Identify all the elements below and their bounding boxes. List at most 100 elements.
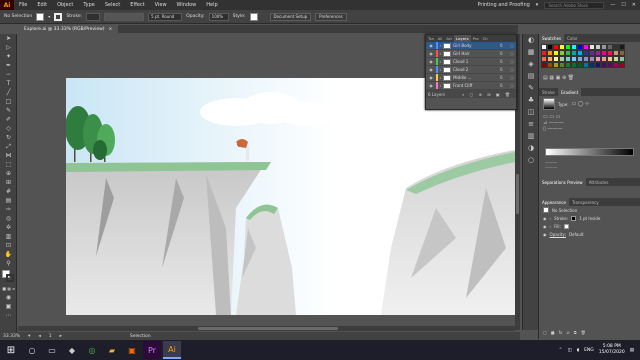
layers-footer-icons[interactable]: ⌕ ▢ ⊕ ⊞ ▣ 🗑 xyxy=(462,92,512,97)
chevron-right-icon[interactable]: › xyxy=(440,83,442,88)
curvature-tool-icon[interactable]: ∽ xyxy=(0,70,17,79)
tab-attributes[interactable]: Attributes xyxy=(586,178,612,186)
target-icon[interactable]: ○ xyxy=(510,83,516,88)
layer-name[interactable]: Front Cliff xyxy=(453,83,498,88)
chevron-down-icon[interactable]: ▾ xyxy=(48,14,50,19)
hand-tool-icon[interactable]: ✋ xyxy=(0,250,17,259)
tab-stroke[interactable]: Stroke xyxy=(539,88,558,96)
tab-separations-preview[interactable]: Separations Preview xyxy=(539,178,586,186)
color-panel-icon[interactable]: ◐ xyxy=(523,34,539,46)
gradient-tool-icon[interactable]: ▤ xyxy=(0,196,17,205)
appearance-icon[interactable]: ○ xyxy=(523,154,539,166)
color-guide-icon[interactable]: ▦ xyxy=(523,46,539,58)
graphic-style-swatch[interactable] xyxy=(249,12,258,21)
chrome-icon[interactable]: ◎ xyxy=(83,341,101,359)
windows-start-icon[interactable]: ⊞ xyxy=(0,340,22,360)
new-stroke-icon[interactable]: ▢ xyxy=(543,330,547,335)
opacity-input[interactable]: 100% xyxy=(208,12,229,21)
preferences-button[interactable]: Preferences xyxy=(315,12,347,21)
eye-icon[interactable]: ◉ xyxy=(428,75,434,80)
maximize-icon[interactable]: ☐ xyxy=(621,2,625,8)
chevron-right-icon[interactable]: › xyxy=(440,75,442,80)
add-effect-button[interactable]: fx xyxy=(559,330,563,335)
new-fill-icon[interactable]: ■ xyxy=(551,330,555,335)
workspace-switcher[interactable]: Printing and Proofing xyxy=(477,2,529,8)
menu-window[interactable]: Window xyxy=(172,2,202,8)
artboard-prev-icon[interactable]: ◂ xyxy=(38,334,40,339)
eye-icon[interactable]: ◉ xyxy=(543,224,547,229)
close-tab-icon[interactable]: × xyxy=(109,27,113,32)
layer-row[interactable]: ◉ › Girl Hair 0 ○ xyxy=(426,50,516,58)
stroke-weight-input[interactable] xyxy=(86,12,101,21)
tab-layers[interactable]: Layers xyxy=(454,35,471,42)
artboard-number[interactable]: 1 xyxy=(49,334,52,339)
notifications-icon[interactable]: ▤ xyxy=(630,348,634,353)
direct-selection-tool-icon[interactable]: ▷ xyxy=(0,43,17,52)
scale-tool-icon[interactable]: ⤢ xyxy=(0,142,17,151)
shaper-tool-icon[interactable]: ✐ xyxy=(0,115,17,124)
pen-tool-icon[interactable]: ✒ xyxy=(0,61,17,70)
aspect-control-icon[interactable]: ▯ ——— xyxy=(543,126,636,132)
line-tool-icon[interactable]: ╱ xyxy=(0,88,17,97)
layer-name[interactable]: Cloud 1 xyxy=(453,59,498,64)
appearance-stroke-value[interactable]: 1 pt Inside xyxy=(579,216,600,221)
stroke-color-swatch[interactable] xyxy=(6,274,14,282)
tab-transform[interactable]: Tra xyxy=(426,35,436,42)
menu-file[interactable]: File xyxy=(14,2,32,8)
eye-icon[interactable]: ◉ xyxy=(428,83,434,88)
type-tool-icon[interactable]: T xyxy=(0,79,17,88)
office-icon[interactable]: ▣ xyxy=(123,341,141,359)
perspective-grid-tool-icon[interactable]: ⊞ xyxy=(0,178,17,187)
target-icon[interactable]: ○ xyxy=(510,75,516,80)
layers-panel-icon[interactable]: ◈ xyxy=(523,58,539,70)
clear-appearance-icon[interactable]: ⊘ xyxy=(566,330,569,335)
blend-tool-icon[interactable]: ◎ xyxy=(0,214,17,223)
search-icon[interactable]: ○ xyxy=(23,341,41,359)
rectangle-tool-icon[interactable]: □ xyxy=(0,97,17,106)
menu-type[interactable]: Type xyxy=(78,2,99,8)
linear-gradient-icon[interactable]: ▭ ◯ ⊹ xyxy=(572,101,590,107)
horizontal-scrollbar[interactable] xyxy=(18,326,515,331)
appearance-fill-row[interactable]: ◉ › Fill: xyxy=(539,222,640,230)
appearance-opacity-row[interactable]: ◉ Opacity: Default xyxy=(539,230,640,238)
eye-icon[interactable]: ◉ xyxy=(543,216,547,221)
clock[interactable]: 5:08 PM 15/07/2020 xyxy=(599,344,625,356)
color-swatch[interactable] xyxy=(619,62,625,68)
horizontal-scroll-thumb[interactable] xyxy=(198,327,338,330)
selection-tool-icon[interactable]: ➤ xyxy=(0,34,17,43)
artboard-tool-icon[interactable]: ⊡ xyxy=(0,241,17,250)
chevron-right-icon[interactable]: › xyxy=(440,67,442,72)
layer-name[interactable]: Middle ... xyxy=(453,75,498,80)
target-icon[interactable]: ○ xyxy=(510,59,516,64)
stock-search-input[interactable]: Search Adobe Stock xyxy=(544,1,605,9)
location-field[interactable]: ——— xyxy=(545,165,634,170)
layer-row[interactable]: ◉ › Cloud 2 0 ○ xyxy=(426,66,516,74)
chevron-right-icon[interactable]: › xyxy=(550,224,552,229)
menu-edit[interactable]: Edit xyxy=(32,2,52,8)
menu-object[interactable]: Object xyxy=(52,2,78,8)
chevron-down-icon[interactable]: ▾ xyxy=(536,2,539,8)
tab-align[interactable]: Ali xyxy=(436,35,445,42)
eye-icon[interactable]: ◉ xyxy=(428,67,434,72)
gradient-panel-icon[interactable]: ▥ xyxy=(523,130,539,142)
eye-icon[interactable]: ◉ xyxy=(543,232,547,237)
tab-appearance[interactable]: Appearance xyxy=(539,198,570,206)
stroke-swatch[interactable] xyxy=(54,12,63,21)
tab-color[interactable]: Color xyxy=(564,34,580,42)
brush-definition-select[interactable]: 5 pt. Round xyxy=(148,12,183,21)
free-transform-tool-icon[interactable]: ⬚ xyxy=(0,160,17,169)
network-icon[interactable]: ◫ xyxy=(567,348,571,353)
menu-view[interactable]: View xyxy=(150,2,172,8)
document-tab[interactable]: Explore.ai @ 33.33% (RGB/Preview) × xyxy=(18,25,119,33)
target-icon[interactable]: ○ xyxy=(510,67,516,72)
screen-mode-icon[interactable]: ▣ xyxy=(0,302,17,311)
stroke-panel-icon[interactable]: ≡ xyxy=(523,118,539,130)
layer-row[interactable]: ◉ › Girl Body 0 ○ xyxy=(426,42,516,50)
delete-icon[interactable]: 🗑 xyxy=(581,330,586,335)
magic-wand-tool-icon[interactable]: ✦ xyxy=(0,52,17,61)
tab-gradient[interactable]: Gradient xyxy=(557,88,582,96)
menu-help[interactable]: Help xyxy=(201,2,222,8)
eye-icon[interactable]: ◉ xyxy=(428,51,434,56)
width-tool-icon[interactable]: ⋈ xyxy=(0,151,17,160)
symbols-icon[interactable]: ♣ xyxy=(523,94,539,106)
